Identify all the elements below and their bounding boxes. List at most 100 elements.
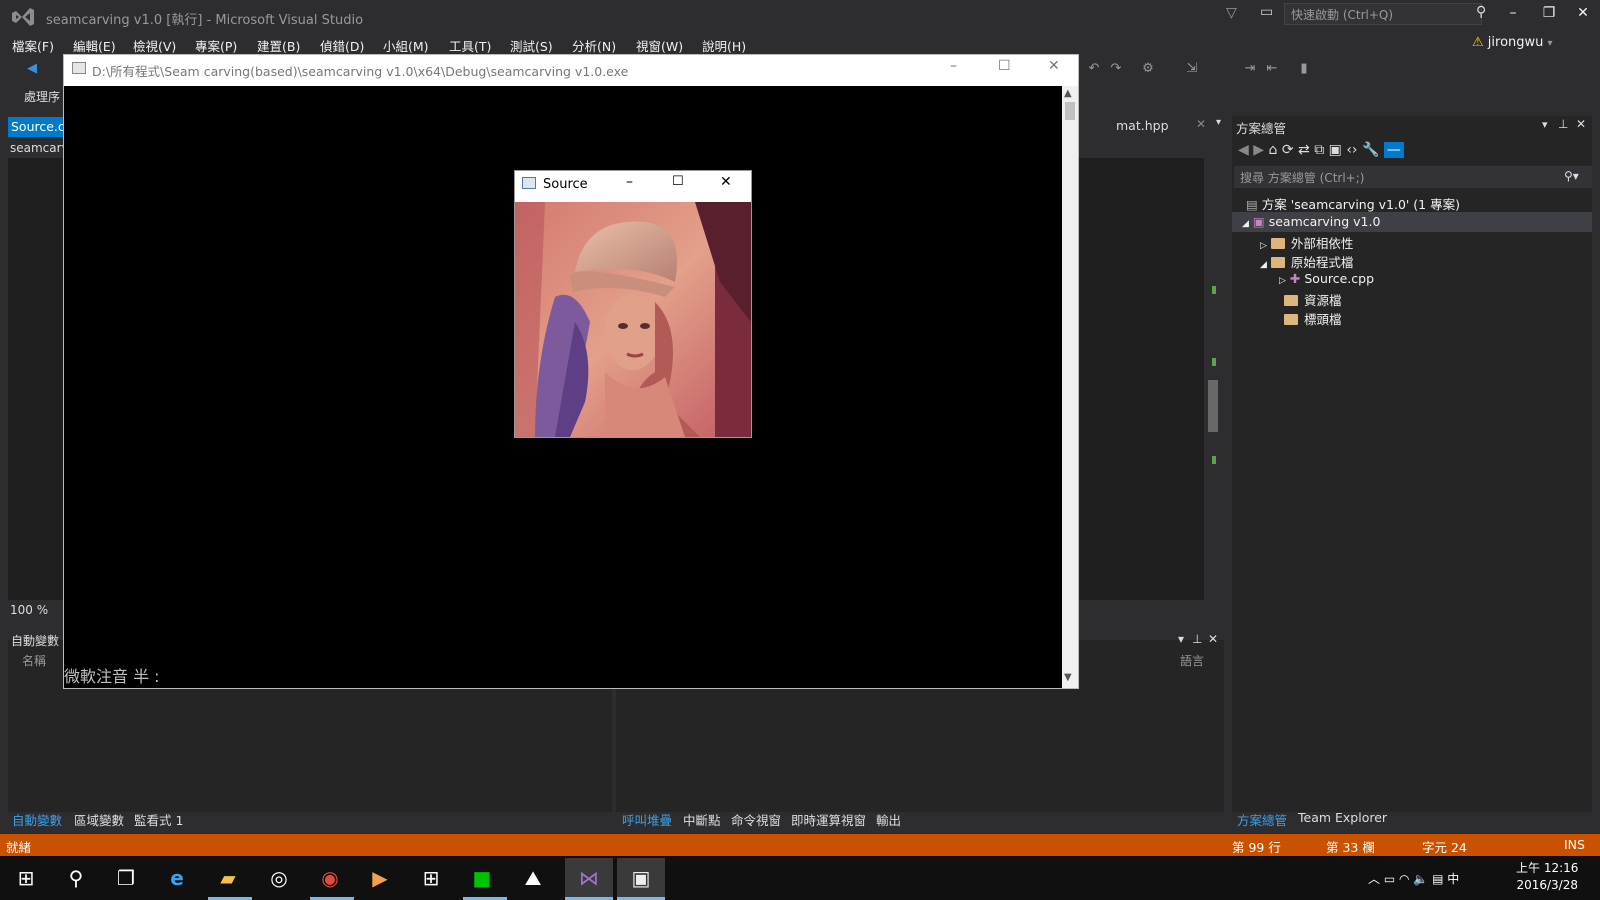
outdent-icon[interactable]: ⇤ [1264,61,1280,77]
step-icon[interactable]: ⇲ [1184,61,1200,77]
menu-tools[interactable]: 工具(T) [449,36,491,55]
tree-external-deps[interactable]: ▷ 外部相依性 [1260,233,1353,252]
source-close-button[interactable]: ✕ [720,174,732,190]
tab-mat-hpp[interactable]: mat.hpp ✕ ▾ [1064,117,1232,139]
menu-analyze[interactable]: 分析(N) [572,36,616,55]
code-editor-right[interactable] [1064,158,1222,600]
indent-icon[interactable]: ⇥ [1242,61,1258,77]
tab-command[interactable]: 命令視窗 [731,810,781,829]
tab-callstack[interactable]: 呼叫堆疊 [622,810,672,829]
quick-launch-input[interactable]: 快速啟動 (Ctrl+Q) [1284,3,1482,25]
filter-icon[interactable]: ▽ [1226,5,1237,21]
visual-studio-taskbar-icon[interactable]: ⋈ [565,858,613,898]
console-minimize-button[interactable]: – [950,58,957,74]
tab-locals[interactable]: 區域變數 [74,810,124,829]
sync-icon[interactable]: ⟳ [1282,142,1294,158]
minimize-button[interactable]: – [1498,5,1528,21]
tree-resource-files[interactable]: 資源檔 [1284,290,1342,309]
ime-indicator[interactable]: 中 [1447,872,1459,886]
tree-source-files[interactable]: ◢ 原始程式檔 [1260,252,1353,271]
project-nav-dropdown[interactable]: seamcarving v1.0 [8,138,64,158]
tree-header-files[interactable]: 標頭檔 [1284,309,1342,328]
source-maximize-button[interactable]: ☐ [672,174,684,189]
user-account[interactable]: ⚠ jirongwu ▾ [1472,35,1553,50]
search-icon[interactable]: ⚲ [1476,4,1486,20]
tab-immediate[interactable]: 即時運算視窗 [791,810,866,829]
tree-project[interactable]: ◢ ▣ seamcarving v1.0 [1242,214,1380,229]
task-view-icon[interactable]: ❐ [102,858,150,898]
home-icon[interactable]: ⌂ [1268,142,1277,158]
tab-solution-explorer[interactable]: 方案總管 [1237,810,1287,829]
console-close-button[interactable]: ✕ [1048,58,1060,74]
scroll-down-icon[interactable]: ▼ [1064,672,1072,683]
scroll-thumb[interactable] [1065,102,1075,120]
edge-browser-icon[interactable]: e [153,858,201,898]
panel-chevron-down-icon[interactable]: ▾ [1178,632,1184,646]
undo-icon[interactable]: ↶ [1086,61,1102,77]
pin-icon[interactable]: ⊥ [1558,117,1568,131]
scroll-thumb[interactable] [1208,380,1218,432]
close-icon[interactable]: ✕ [1576,117,1586,131]
search-icon[interactable]: ⚲ [52,858,100,898]
menu-build[interactable]: 建置(B) [257,36,300,55]
tab-breakpoints[interactable]: 中斷點 [683,810,721,829]
close-panel-icon[interactable]: ✕ [1208,632,1218,646]
menu-help[interactable]: 說明(H) [702,36,746,55]
console-maximize-button[interactable]: ☐ [998,58,1011,74]
menu-file[interactable]: 檔案(F) [12,36,54,55]
close-tab-icon[interactable]: ✕ [1196,117,1206,131]
collapse-icon[interactable]: ⧉ [1314,142,1324,158]
close-button[interactable]: ✕ [1568,5,1598,21]
chevron-down-icon[interactable]: ▾ [1542,118,1548,131]
console-scrollbar[interactable]: ▲ ▼ [1062,86,1078,688]
show-all-icon[interactable]: ▣ [1329,142,1342,158]
wifi-icon[interactable]: ◠ [1399,872,1409,886]
feedback-icon[interactable]: ▭ [1260,4,1273,20]
wrench-icon[interactable]: 🔧 [1362,142,1379,158]
file-explorer-icon[interactable]: ▰ [204,858,252,898]
photos-icon[interactable]: ⛰ [509,858,557,898]
menu-debug[interactable]: 偵錯(D) [320,36,364,55]
start-windows-icon[interactable]: ⊞ [2,858,50,898]
menu-view[interactable]: 檢視(V) [133,36,176,55]
tab-team-explorer[interactable]: Team Explorer [1298,810,1387,825]
back-icon[interactable]: ◀ [24,61,40,77]
tree-solution[interactable]: ▤ 方案 'seamcarving v1.0' (1 專案) [1246,194,1460,213]
solution-search-input[interactable]: 搜尋 方案總管 (Ctrl+;) [1234,166,1592,188]
console-taskbar-icon[interactable]: ▣ [617,858,665,898]
menu-team[interactable]: 小組(M) [383,36,429,55]
tree-source-cpp[interactable]: ▷ ✚ Source.cpp [1279,271,1374,286]
source-minimize-button[interactable]: – [626,174,633,190]
menu-edit[interactable]: 編輯(E) [73,36,116,55]
editor-scrollbar[interactable] [1204,158,1222,600]
tab-autos[interactable]: 自動變數 [12,810,62,829]
battery-icon[interactable]: ▭ [1384,872,1395,886]
volume-icon[interactable]: 🔈 [1413,872,1428,886]
pin-icon[interactable]: ⊥ [1192,632,1202,646]
search-icon[interactable]: ⚲▾ [1564,169,1579,183]
tab-source-cpp[interactable]: Source.cpp [8,117,64,137]
forward-icon[interactable]: ▶ [1253,142,1264,158]
redo-icon[interactable]: ↷ [1108,61,1124,77]
menu-test[interactable]: 測試(S) [510,36,553,55]
preview-icon[interactable]: — [1383,142,1404,158]
menu-window[interactable]: 視窗(W) [636,36,683,55]
chrome-icon[interactable]: ◉ [306,858,354,898]
scroll-up-icon[interactable]: ▲ [1064,88,1072,99]
debug-config-icon[interactable]: ⚙ [1140,61,1156,77]
code-editor[interactable] [8,158,64,600]
code-icon[interactable]: ‹› [1346,142,1357,158]
tab-watch[interactable]: 監看式 1 [134,810,183,829]
restore-button[interactable]: ❐ [1534,5,1564,21]
bookmark-icon[interactable]: ▮ [1296,61,1312,77]
zoom-level[interactable]: 100 % [10,603,48,617]
media-player-icon[interactable]: ◎ [255,858,303,898]
tab-output[interactable]: 輸出 [876,810,901,829]
chevron-up-icon[interactable]: ︿ [1368,872,1380,886]
line-app-icon[interactable]: ■ [458,858,506,898]
clock[interactable]: 上午 12:16 2016/3/28 [1516,860,1578,894]
store-icon[interactable]: ⊞ [407,858,455,898]
refresh-icon[interactable]: ⇄ [1298,142,1310,158]
notification-icon[interactable]: ▤ [1432,872,1443,886]
menu-project[interactable]: 專案(P) [195,36,237,55]
